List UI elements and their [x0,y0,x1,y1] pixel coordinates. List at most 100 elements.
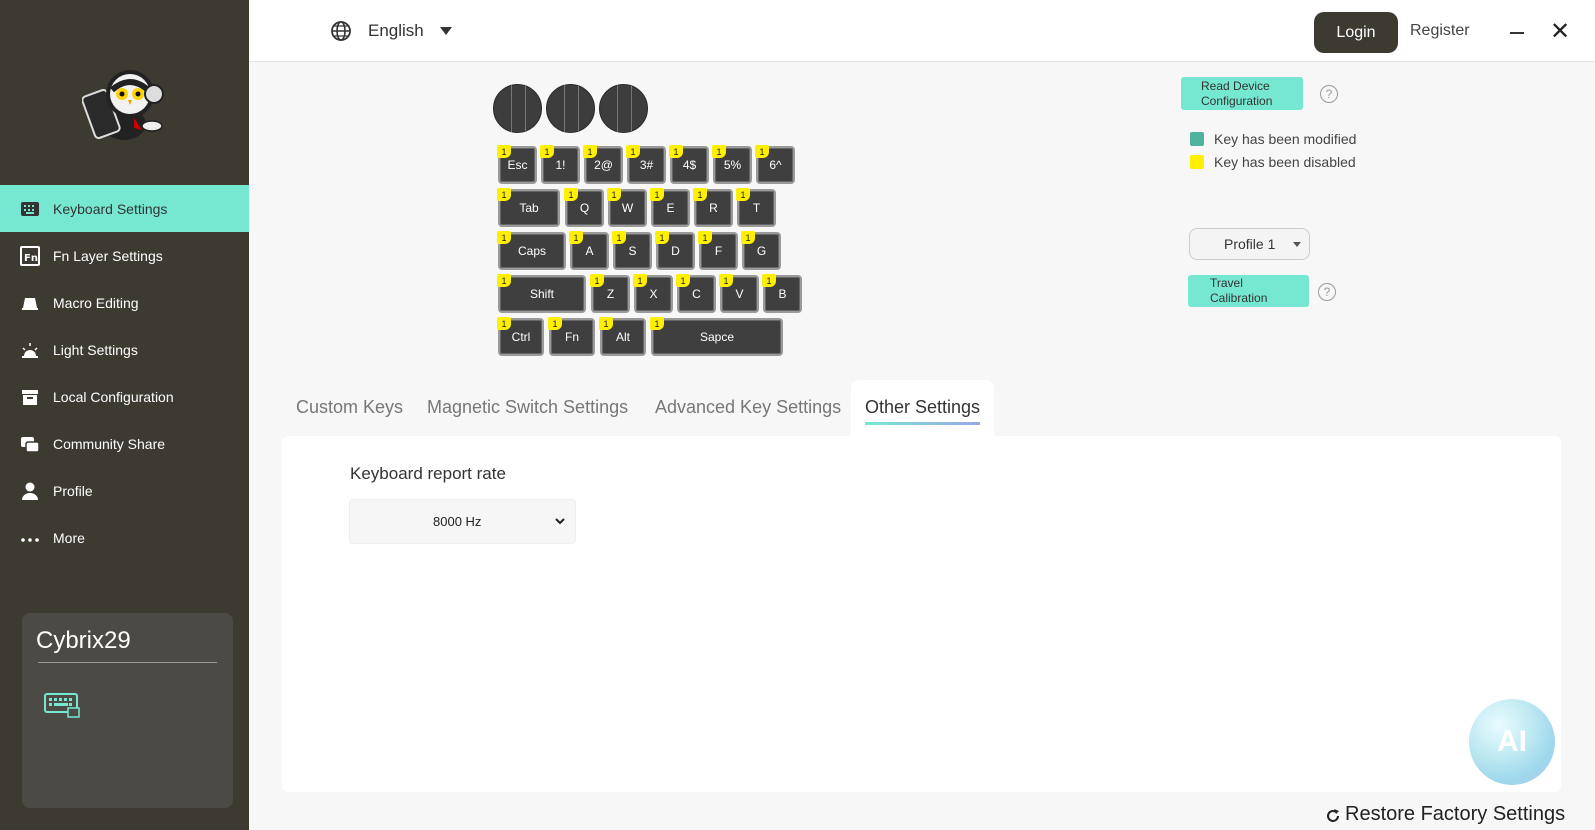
knob[interactable] [599,84,648,133]
layer-badge: 1 [633,274,647,287]
sidebar-item-label: Light Settings [53,341,138,358]
sidebar-item-light-settings[interactable]: Light Settings [0,326,249,373]
tab-custom-keys[interactable]: Custom Keys [296,380,403,437]
sidebar-item-local-configuration[interactable]: Local Configuration [0,373,249,420]
key-label: Ctrl [511,330,531,344]
device-card[interactable]: Cybrix29 [22,613,233,808]
caret-down-icon [439,27,452,35]
key-label: R [709,201,718,215]
close-icon[interactable]: ✕ [1550,20,1570,44]
report-rate-select[interactable]: 8000 Hz [349,499,576,544]
sidebar-item-community-share[interactable]: Community Share [0,420,249,467]
minimize-icon[interactable] [1510,32,1524,34]
other-settings-panel: Keyboard report rate 8000 Hz AI [282,436,1561,792]
globe-icon [330,20,352,42]
key-3[interactable]: 1 3# [626,145,666,184]
key-label: Shift [529,287,554,301]
key-fn[interactable]: 1 Fn [548,317,595,356]
more-icon [19,527,41,549]
key-label: Tab [519,201,539,215]
key-1[interactable]: 1 1! [540,145,580,184]
key-w[interactable]: 1W [607,188,647,227]
key-c[interactable]: 1C [676,274,716,313]
key-z[interactable]: 1Z [590,274,630,313]
ai-assistant-button[interactable]: AI [1469,699,1555,785]
key-label: 3# [639,158,654,172]
layer-badge: 1 [599,317,613,330]
read-device-config-button[interactable]: Read Device Configuration [1181,77,1303,110]
fn-icon: Fn [19,245,41,267]
layer-badge: 1 [497,317,511,330]
layer-badge: 1 [497,231,511,244]
key-5[interactable]: 1 5% [712,145,752,184]
key-2[interactable]: 1 2@ [583,145,623,184]
layer-badge: 1 [650,317,664,330]
sidebar-item-more[interactable]: More [0,514,249,561]
tab-other-settings[interactable]: Other Settings [851,380,994,437]
layer-badge: 1 [612,231,626,244]
travel-calibration-button[interactable]: Travel Calibration [1188,275,1309,307]
restore-factory-settings-button[interactable]: Restore Factory Settings [1325,803,1565,826]
key-shift[interactable]: 1 Shift [497,274,586,313]
sidebar-item-profile[interactable]: Profile [0,467,249,514]
layer-badge: 1 [569,231,583,244]
layer-badge: 1 [698,231,712,244]
login-button[interactable]: Login [1314,12,1398,53]
divider [38,662,217,663]
key-label: 5% [723,158,742,172]
key-d[interactable]: 1D [655,231,695,270]
key-label: Q [579,201,590,215]
sidebar-item-macro-editing[interactable]: Macro Editing [0,279,249,326]
layer-badge: 1 [650,188,664,201]
layer-badge: 1 [497,145,511,158]
key-f[interactable]: 1F [698,231,738,270]
key-4[interactable]: 1 4$ [669,145,709,184]
macro-icon [19,292,41,314]
key-alt[interactable]: 1 Alt [599,317,646,356]
layer-badge: 1 [719,274,733,287]
help-icon[interactable]: ? [1320,85,1338,103]
key-e[interactable]: 1E [650,188,690,227]
sidebar-item-label: Fn Layer Settings [53,247,163,264]
profile-select[interactable]: Profile 1 [1189,228,1310,260]
layer-badge: 1 [736,188,750,201]
key-6[interactable]: 1 6^ [755,145,795,184]
language-selector[interactable]: English [330,20,452,42]
key-ctrl[interactable]: 1 Ctrl [497,317,544,356]
key-x[interactable]: 1X [633,274,673,313]
key-label: Fn [564,330,579,344]
sidebar-item-label: More [53,529,85,546]
help-icon[interactable]: ? [1318,283,1336,301]
sidebar-item-keyboard-settings[interactable]: Keyboard Settings [0,185,249,232]
key-v[interactable]: 1V [719,274,759,313]
layer-badge: 1 [540,145,554,158]
key-g[interactable]: 1G [741,231,781,270]
language-label: English [368,21,424,40]
key-space[interactable]: 1 Sapce [650,317,783,356]
sidebar-item-fn-layer[interactable]: Fn Fn Layer Settings [0,232,249,279]
key-tab[interactable]: 1 Tab [497,188,560,227]
key-b[interactable]: 1B [762,274,802,313]
register-link[interactable]: Register [1410,22,1470,40]
key-s[interactable]: 1S [612,231,652,270]
knob[interactable] [493,84,542,133]
knob[interactable] [546,84,595,133]
key-q[interactable]: 1Q [564,188,604,227]
key-esc[interactable]: 1 Esc [497,145,537,184]
key-a[interactable]: 1A [569,231,609,270]
layer-badge: 1 [676,274,690,287]
tab-advanced-key-settings[interactable]: Advanced Key Settings [655,380,841,437]
layer-badge: 1 [583,145,597,158]
tab-magnetic-switch-settings[interactable]: Magnetic Switch Settings [427,380,628,437]
key-r[interactable]: 1R [693,188,733,227]
layer-badge: 1 [497,274,511,287]
layer-badge: 1 [497,188,511,201]
key-label: 1! [555,158,566,172]
user-icon [19,480,41,502]
key-t[interactable]: 1T [736,188,776,227]
sidebar-item-label: Macro Editing [53,294,139,311]
chevron-down-icon [554,515,566,527]
legend-disabled: Key has been disabled [1190,154,1356,170]
disabled-swatch [1190,155,1204,169]
key-caps[interactable]: 1 Caps [497,231,566,270]
